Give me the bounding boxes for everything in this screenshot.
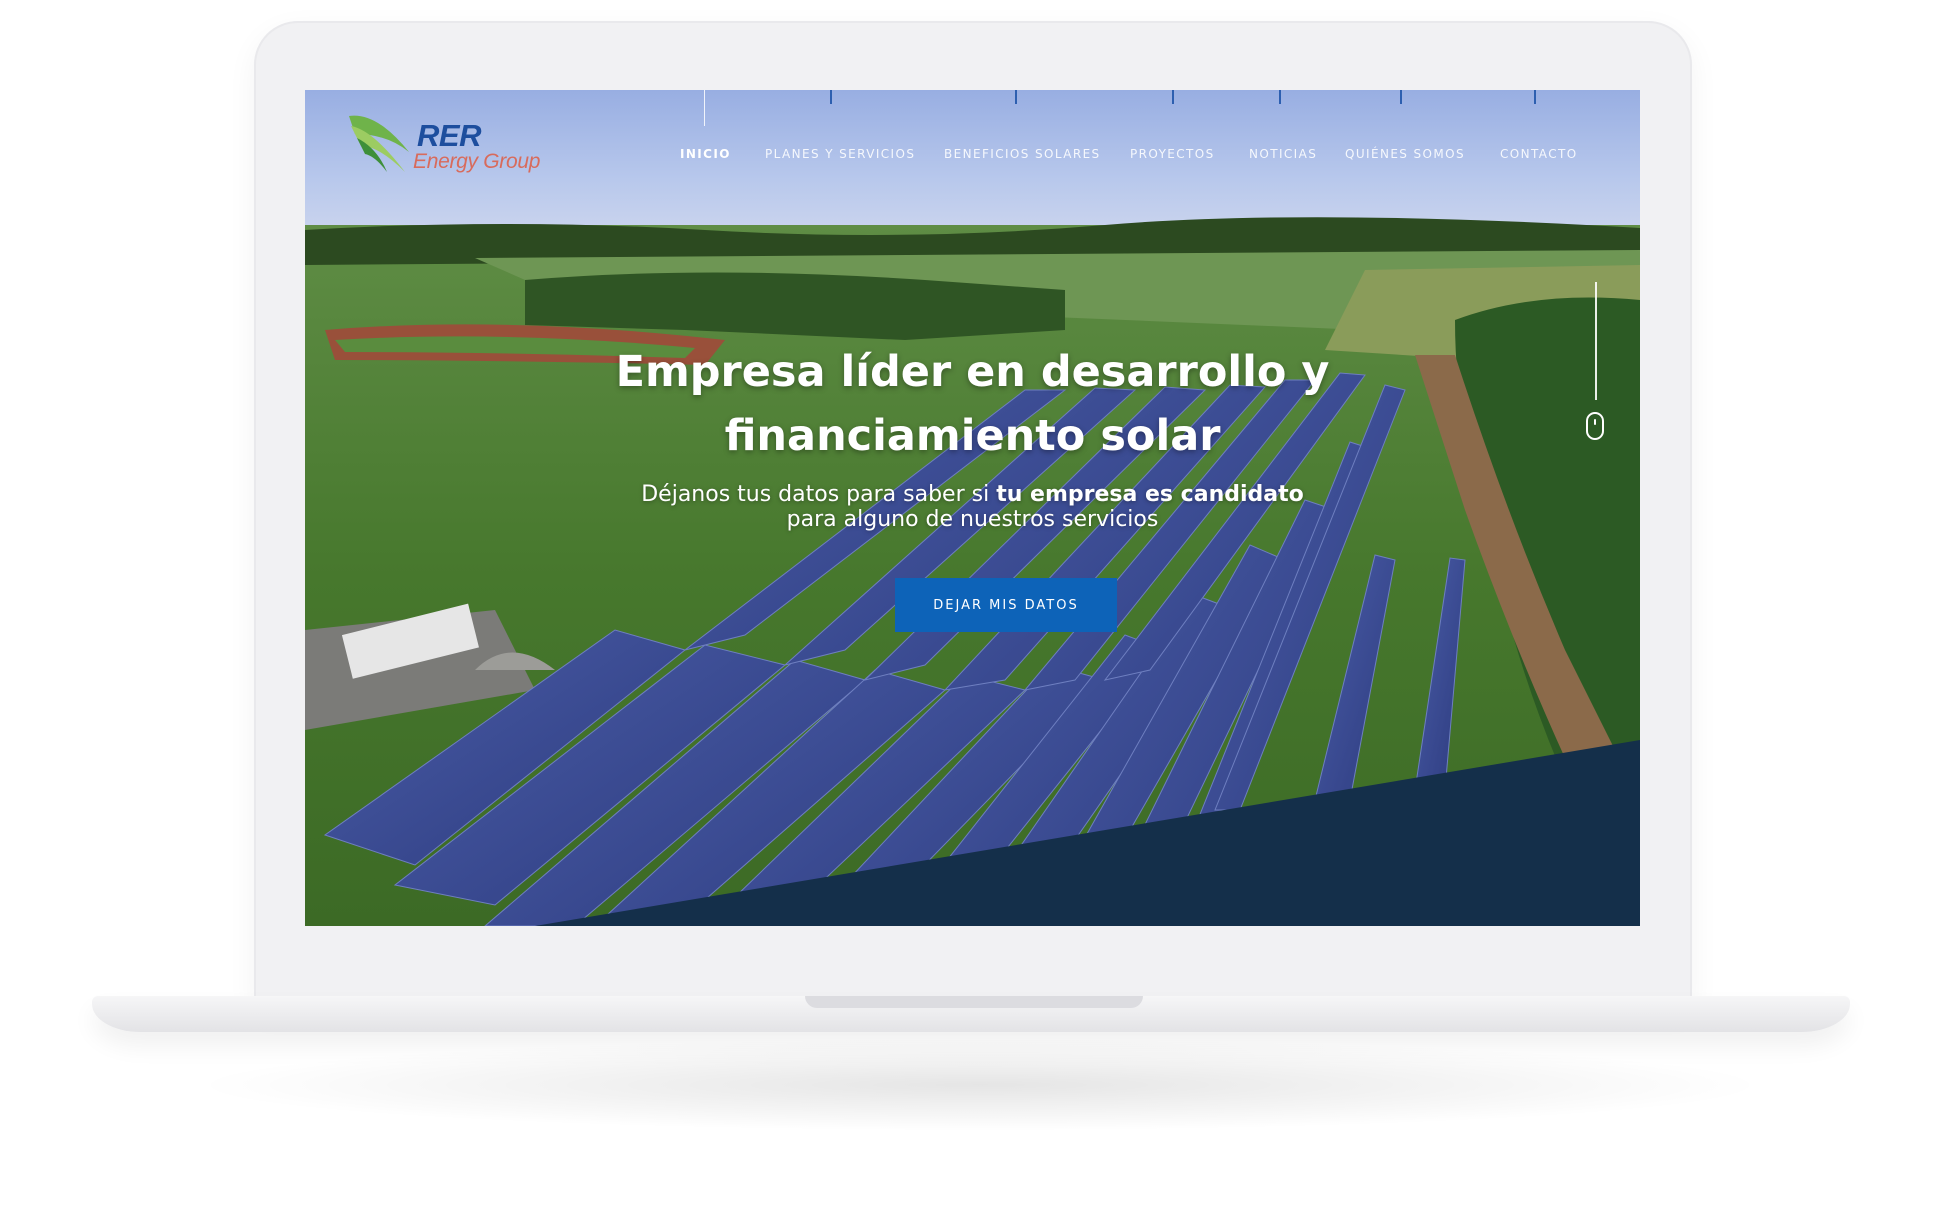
nav-divider bbox=[1400, 90, 1402, 104]
nav-item-quienes-somos[interactable]: QUIÉNES SOMOS bbox=[1345, 147, 1465, 161]
website-screen: RER Energy Group INICIO PLANES Y SERVICI… bbox=[305, 90, 1640, 926]
hero-title-bold-text: financiamiento bbox=[724, 411, 1086, 461]
nav-item-proyectos[interactable]: PROYECTOS bbox=[1130, 147, 1215, 161]
dejar-mis-datos-button[interactable]: DEJAR MIS DATOS bbox=[895, 578, 1117, 632]
nav-active-indicator bbox=[704, 90, 705, 126]
hero-title-text: solar bbox=[1085, 411, 1221, 461]
hero-subtitle-bold-text: tu empresa es candidato bbox=[996, 482, 1304, 507]
nav-item-planes-y-servicios[interactable]: PLANES Y SERVICIOS bbox=[765, 147, 915, 161]
mouse-scroll-icon[interactable] bbox=[1586, 412, 1604, 440]
main-navigation: INICIO PLANES Y SERVICIOS BENEFICIOS SOL… bbox=[305, 90, 1640, 167]
nav-divider bbox=[1279, 90, 1281, 104]
hero-title: Empresa líder en desarrollo y financiami… bbox=[305, 340, 1640, 468]
nav-divider bbox=[830, 90, 832, 104]
laptop-shadow bbox=[210, 1040, 1750, 1130]
scroll-line bbox=[1595, 282, 1597, 400]
nav-divider bbox=[1534, 90, 1536, 104]
nav-item-noticias[interactable]: NOTICIAS bbox=[1249, 147, 1317, 161]
hero-subtitle: Déjanos tus datos para saber si tu empre… bbox=[305, 482, 1640, 532]
hero-subtitle-text: para alguno de nuestros servicios bbox=[786, 507, 1159, 532]
nav-item-inicio[interactable]: INICIO bbox=[680, 147, 731, 161]
hero-title-text: Empresa bbox=[615, 347, 841, 397]
site-header: RER Energy Group INICIO PLANES Y SERVICI… bbox=[305, 90, 1640, 230]
nav-item-beneficios-solares[interactable]: BENEFICIOS SOLARES bbox=[944, 147, 1101, 161]
laptop-notch bbox=[805, 996, 1143, 1008]
nav-divider bbox=[1172, 90, 1174, 104]
nav-item-contacto[interactable]: CONTACTO bbox=[1500, 147, 1578, 161]
hero-subtitle-text: Déjanos tus datos para saber si bbox=[641, 482, 997, 507]
nav-divider bbox=[1015, 90, 1017, 104]
hero-title-bold-text: líder en desarrollo y bbox=[840, 347, 1330, 397]
